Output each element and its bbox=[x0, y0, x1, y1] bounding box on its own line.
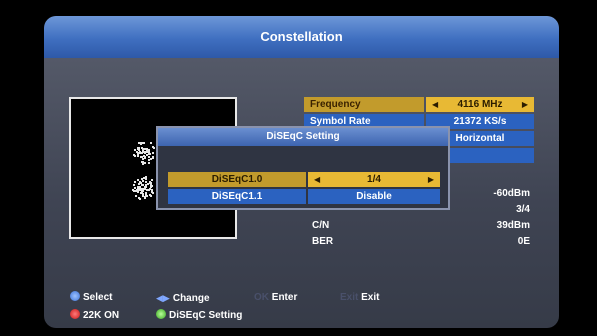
constellation-point bbox=[133, 148, 136, 151]
constellation-point bbox=[133, 180, 136, 183]
stat-value: 3/4 bbox=[516, 204, 530, 215]
hint-green[interactable]: DiSEqC Setting bbox=[156, 308, 242, 324]
right-triangle-icon[interactable]: ▶ bbox=[522, 97, 528, 112]
screen: Constellation Frequency ◀ 4116 MHz ▶ Sym… bbox=[0, 0, 597, 336]
constellation-point bbox=[143, 186, 146, 189]
green-button-icon bbox=[156, 309, 166, 319]
hint-select: Select bbox=[70, 290, 112, 306]
constellation-panel: Constellation Frequency ◀ 4116 MHz ▶ Sym… bbox=[44, 16, 559, 328]
hint-select-label: Select bbox=[83, 292, 113, 303]
diseqc11-label: DiSEqC1.1 bbox=[168, 189, 306, 204]
constellation-point bbox=[151, 190, 154, 193]
constellation-point bbox=[149, 141, 152, 144]
constellation-point bbox=[137, 141, 140, 144]
right-triangle-icon[interactable]: ▶ bbox=[428, 172, 434, 187]
constellation-point bbox=[136, 179, 139, 182]
constellation-point bbox=[146, 148, 149, 151]
constellation-point bbox=[146, 189, 149, 192]
constellation-point bbox=[140, 141, 143, 144]
constellation-point bbox=[142, 142, 145, 145]
help-row-keys: Select ◀▶ Change OK Enter Exit Exit bbox=[58, 290, 548, 306]
constellation-point bbox=[143, 148, 146, 151]
constellation-point bbox=[143, 156, 146, 159]
diseqc-dialog: DiSEqC Setting DiSEqC1.0 ◀ 1/4 ▶ DiSEqC1… bbox=[156, 126, 450, 210]
exit-key-label: Exit bbox=[340, 292, 359, 303]
constellation-point bbox=[148, 194, 151, 196]
frequency-value: 4116 MHz bbox=[457, 99, 503, 110]
ok-key-label: OK bbox=[254, 292, 269, 303]
constellation-point bbox=[152, 157, 155, 160]
constellation-point bbox=[133, 153, 136, 156]
diseqc11-row[interactable]: DiSEqC1.1 Disable bbox=[168, 189, 440, 204]
hint-change-label: Change bbox=[172, 293, 210, 304]
help-row-color-keys: 22K ON DiSEqC Setting bbox=[58, 308, 548, 324]
constellation-point bbox=[144, 161, 147, 164]
constellation-point bbox=[148, 161, 151, 164]
constellation-point bbox=[135, 194, 138, 197]
stat-value: 0E bbox=[517, 236, 530, 247]
constellation-points bbox=[131, 141, 157, 205]
hint-change: ◀▶ Change bbox=[156, 290, 210, 307]
constellation-point bbox=[143, 195, 146, 198]
constellation-point bbox=[137, 151, 140, 154]
constellation-point bbox=[147, 153, 150, 156]
constellation-point bbox=[152, 151, 155, 154]
dialog-title: DiSEqC Setting bbox=[158, 128, 448, 146]
hint-red-label: 22K ON bbox=[83, 310, 120, 321]
hint-red[interactable]: 22K ON bbox=[70, 308, 119, 324]
updown-icon bbox=[70, 291, 80, 301]
red-button-icon bbox=[70, 309, 80, 319]
constellation-point bbox=[150, 184, 153, 187]
constellation-point bbox=[151, 146, 154, 149]
frequency-value-box[interactable]: ◀ 4116 MHz ▶ bbox=[426, 97, 534, 112]
constellation-point bbox=[151, 179, 154, 182]
diseqc10-value-box[interactable]: ◀ 1/4 ▶ bbox=[308, 172, 440, 187]
left-triangle-icon[interactable]: ◀ bbox=[314, 172, 320, 187]
constellation-point bbox=[148, 188, 151, 191]
hint-enter: OK Enter bbox=[254, 290, 297, 306]
constellation-point bbox=[132, 183, 135, 186]
constellation-point bbox=[141, 158, 144, 161]
constellation-point bbox=[141, 152, 144, 155]
constellation-point bbox=[141, 195, 144, 198]
constellation-point bbox=[139, 197, 142, 200]
constellation-point bbox=[145, 177, 148, 180]
constellation-point bbox=[136, 189, 138, 192]
frequency-row[interactable]: Frequency ◀ 4116 MHz ▶ bbox=[304, 97, 534, 112]
left-triangle-icon[interactable]: ◀ bbox=[432, 97, 438, 112]
diseqc10-row[interactable]: DiSEqC1.0 ◀ 1/4 ▶ bbox=[168, 172, 440, 187]
constellation-point bbox=[132, 189, 135, 192]
stat-value: 39dBm bbox=[496, 220, 530, 231]
hint-enter-label: Enter bbox=[271, 292, 298, 303]
constellation-point bbox=[137, 191, 140, 194]
hint-exit: Exit Exit bbox=[340, 290, 379, 306]
left-right-icon: ◀▶ bbox=[156, 293, 170, 303]
hint-green-label: DiSEqC Setting bbox=[169, 310, 243, 321]
stat-label: C/N bbox=[312, 220, 330, 231]
help-bar: Select ◀▶ Change OK Enter Exit Exit 22K O… bbox=[44, 288, 559, 328]
diseqc10-value: 1/4 bbox=[367, 174, 381, 185]
constellation-point bbox=[138, 185, 141, 188]
hint-exit-label: Exit bbox=[361, 292, 380, 303]
stat-value: -60dBm bbox=[493, 188, 530, 199]
diseqc11-value: Disable bbox=[308, 189, 440, 204]
stat-row: BER 0E bbox=[308, 234, 534, 249]
constellation-point bbox=[144, 180, 147, 183]
constellation-point bbox=[140, 191, 143, 194]
window-title: Constellation bbox=[44, 16, 559, 58]
frequency-label: Frequency bbox=[304, 97, 424, 112]
constellation-point bbox=[141, 149, 144, 152]
stat-label: BER bbox=[312, 236, 334, 247]
constellation-point bbox=[149, 158, 152, 161]
stat-row: C/N 39dBm bbox=[308, 218, 534, 233]
constellation-point bbox=[137, 147, 140, 150]
diseqc10-label: DiSEqC1.0 bbox=[168, 172, 306, 187]
